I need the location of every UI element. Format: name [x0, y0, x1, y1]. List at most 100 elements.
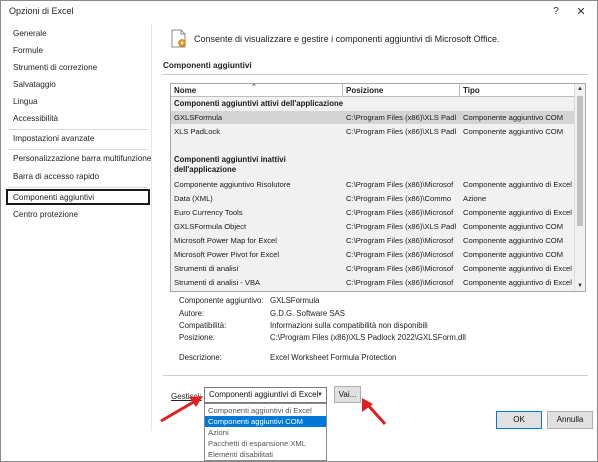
manage-select[interactable]: Componenti aggiuntivi di Excel ▼ [204, 387, 327, 403]
sidebar-divider [8, 129, 148, 130]
detail-compat-label: Compatibilità: [179, 321, 227, 330]
group-inactive-line2: dell'applicazione [174, 165, 237, 174]
go-button[interactable]: Vai... [334, 386, 361, 403]
dropdown-option-disabled-items[interactable]: Elementi disabilitati [205, 449, 326, 460]
row-location: C:\Program Files (x86)\Microsof [346, 264, 454, 273]
dropdown-option-com-addins[interactable]: Componenti aggiuntivi COM [205, 416, 326, 427]
sidebar-item-impostazioni-avanzate[interactable]: Impostazioni avanzate [6, 131, 150, 147]
detail-description-label: Descrizione: [179, 353, 222, 362]
table-row[interactable]: Data (XML) C:\Program Files (x86)\Commo … [171, 192, 575, 205]
table-row[interactable]: Strumenti di analisi C:\Program Files (x… [171, 262, 575, 275]
row-name: Microsoft Power Map for Excel [174, 236, 277, 245]
row-name: Componente aggiuntivo Risolutore [174, 180, 291, 189]
row-type: Componente aggiuntivo di Excel [463, 278, 572, 287]
chevron-down-icon: ▼ [317, 392, 323, 398]
row-name: Strumenti di analisi - VBA [174, 278, 261, 287]
detail-addin-value: GXLSFormula [270, 296, 320, 305]
row-type: Componente aggiuntivo COM [463, 113, 564, 122]
row-type: Componente aggiuntivo COM [463, 236, 564, 245]
addins-table: Nome ⌃ Posizione Tipo Componenti aggiunt… [170, 83, 586, 292]
help-button[interactable]: ? [549, 4, 563, 20]
row-type: Componente aggiuntivo di Excel [463, 264, 572, 273]
title-bar: Opzioni di Excel ? ✕ [1, 1, 597, 23]
row-name: Microsoft Power Pivot for Excel [174, 250, 280, 259]
table-scrollbar[interactable]: ▲ ▼ [574, 84, 585, 291]
detail-addin-label: Componente aggiuntivo: [179, 296, 264, 305]
table-row[interactable]: Strumenti di analisi - VBA C:\Program Fi… [171, 276, 575, 289]
row-type: Componente aggiuntivo COM [463, 222, 564, 231]
red-arrow-icon [362, 398, 387, 426]
row-name: Strumenti di analisi [174, 264, 239, 273]
scroll-down-icon[interactable]: ▼ [575, 281, 585, 291]
table-row[interactable]: Microsoft Power Map for Excel C:\Program… [171, 234, 575, 247]
addins-gear-icon [171, 29, 186, 48]
table-row[interactable]: GXLSFormula Object C:\Program Files (x86… [171, 220, 575, 233]
close-button[interactable]: ✕ [573, 4, 589, 20]
row-location: C:\Program Files (x86)\Microsof [346, 208, 454, 217]
row-type: Componente aggiuntivo COM [463, 127, 564, 136]
section-title: Componenti aggiuntivi [163, 61, 252, 70]
dropdown-option-xml-packs[interactable]: Pacchetti di espansione XML [205, 438, 326, 449]
row-type: Componente aggiuntivo di Excel [463, 180, 572, 189]
table-row[interactable]: GXLSFormula C:\Program Files (x86)\XLS P… [171, 111, 575, 124]
sidebar-item-componenti-aggiuntivi[interactable]: Componenti aggiuntivi [6, 189, 150, 205]
sidebar-divider [8, 149, 148, 150]
column-header-nome[interactable]: Nome ⌃ [171, 84, 343, 97]
sidebar-item-salvataggio[interactable]: Salvataggio [6, 77, 150, 93]
sidebar-item-accessibilita[interactable]: Accessibilità [6, 111, 150, 127]
detail-publisher-value: G.D.G. Software SAS [270, 309, 345, 318]
bottom-divider [163, 375, 588, 376]
sidebar-divider [8, 187, 148, 188]
column-header-posizione[interactable]: Posizione [343, 84, 460, 97]
row-location: C:\Program Files (x86)\Commo [346, 194, 452, 203]
table-row[interactable]: Euro Currency Tools C:\Program Files (x8… [171, 206, 575, 219]
group-active: Componenti aggiuntivi attivi dell'applic… [174, 99, 344, 108]
sidebar-item-centro-protezione[interactable]: Centro protezione [6, 207, 150, 223]
row-name: GXLSFormula Object [174, 222, 247, 231]
dropdown-option-azioni[interactable]: Azioni [205, 427, 326, 438]
group-inactive-line1: Componenti aggiuntivi inattivi [174, 155, 286, 164]
section-divider [163, 74, 588, 75]
row-location: C:\Program Files (x86)\Microsof [346, 236, 454, 245]
detail-publisher-label: Autore: [179, 309, 205, 318]
manage-select-value: Componenti aggiuntivi di Excel [209, 390, 319, 399]
row-location: C:\Program Files (x86)\Microsof [346, 180, 454, 189]
scroll-up-icon[interactable]: ▲ [575, 84, 585, 94]
table-header: Nome ⌃ Posizione Tipo [171, 84, 575, 97]
sidebar-item-barra-accesso-rapido[interactable]: Barra di accesso rapido [6, 169, 150, 185]
sort-ascending-icon: ⌃ [251, 84, 257, 91]
header-description: Consente di visualizzare e gestire i com… [194, 34, 500, 44]
cancel-button[interactable]: Annulla [547, 411, 593, 429]
row-location: C:\Program Files (x86)\XLS Padl [346, 222, 457, 231]
sidebar-item-strumenti-correzione[interactable]: Strumenti di correzione [6, 60, 150, 76]
excel-options-dialog: Opzioni di Excel ? ✕ Generale Formule St… [0, 0, 598, 462]
ok-button[interactable]: OK [496, 411, 542, 429]
table-row[interactable]: Microsoft Power Pivot for Excel C:\Progr… [171, 248, 575, 261]
dialog-title: Opzioni di Excel [9, 6, 74, 16]
row-location: C:\Program Files (x86)\XLS Padl [346, 127, 457, 136]
row-name: XLS PadLock [174, 127, 221, 136]
sidebar-item-formule[interactable]: Formule [6, 43, 150, 59]
detail-location-label: Posizione: [179, 333, 215, 342]
sidebar-item-lingua[interactable]: Lingua [6, 94, 150, 110]
row-location: C:\Program Files (x86)\Microsof [346, 250, 454, 259]
sidebar-item-personalizzazione-barra[interactable]: Personalizzazione barra multifunzione [6, 151, 151, 167]
detail-compat-value: Informazioni sulla compatibilità non dis… [270, 321, 428, 330]
manage-dropdown-list: Componenti aggiuntivi di Excel Component… [204, 403, 327, 461]
column-header-tipo[interactable]: Tipo [460, 84, 576, 97]
row-location: C:\Program Files (x86)\XLS Padl [346, 113, 457, 122]
table-row[interactable]: Componente aggiuntivo Risolutore C:\Prog… [171, 178, 575, 191]
options-sidebar: Generale Formule Strumenti di correzione… [6, 23, 152, 431]
row-location: C:\Program Files (x86)\Microsof [346, 278, 454, 287]
row-name: GXLSFormula [174, 113, 223, 122]
detail-location-value: C:\Program Files (x86)\XLS Padlock 2022\… [270, 333, 466, 342]
row-type: Componente aggiuntivo COM [463, 250, 564, 259]
row-name: Euro Currency Tools [174, 208, 243, 217]
dropdown-option-excel-addins[interactable]: Componenti aggiuntivi di Excel [205, 405, 326, 416]
row-type: Azione [463, 194, 487, 203]
scroll-thumb[interactable] [577, 96, 583, 226]
row-type: Componente aggiuntivo di Excel [463, 208, 572, 217]
sidebar-item-generale[interactable]: Generale [6, 26, 150, 42]
manage-label: Gestisci: [171, 392, 202, 401]
table-row[interactable]: XLS PadLock C:\Program Files (x86)\XLS P… [171, 125, 575, 138]
